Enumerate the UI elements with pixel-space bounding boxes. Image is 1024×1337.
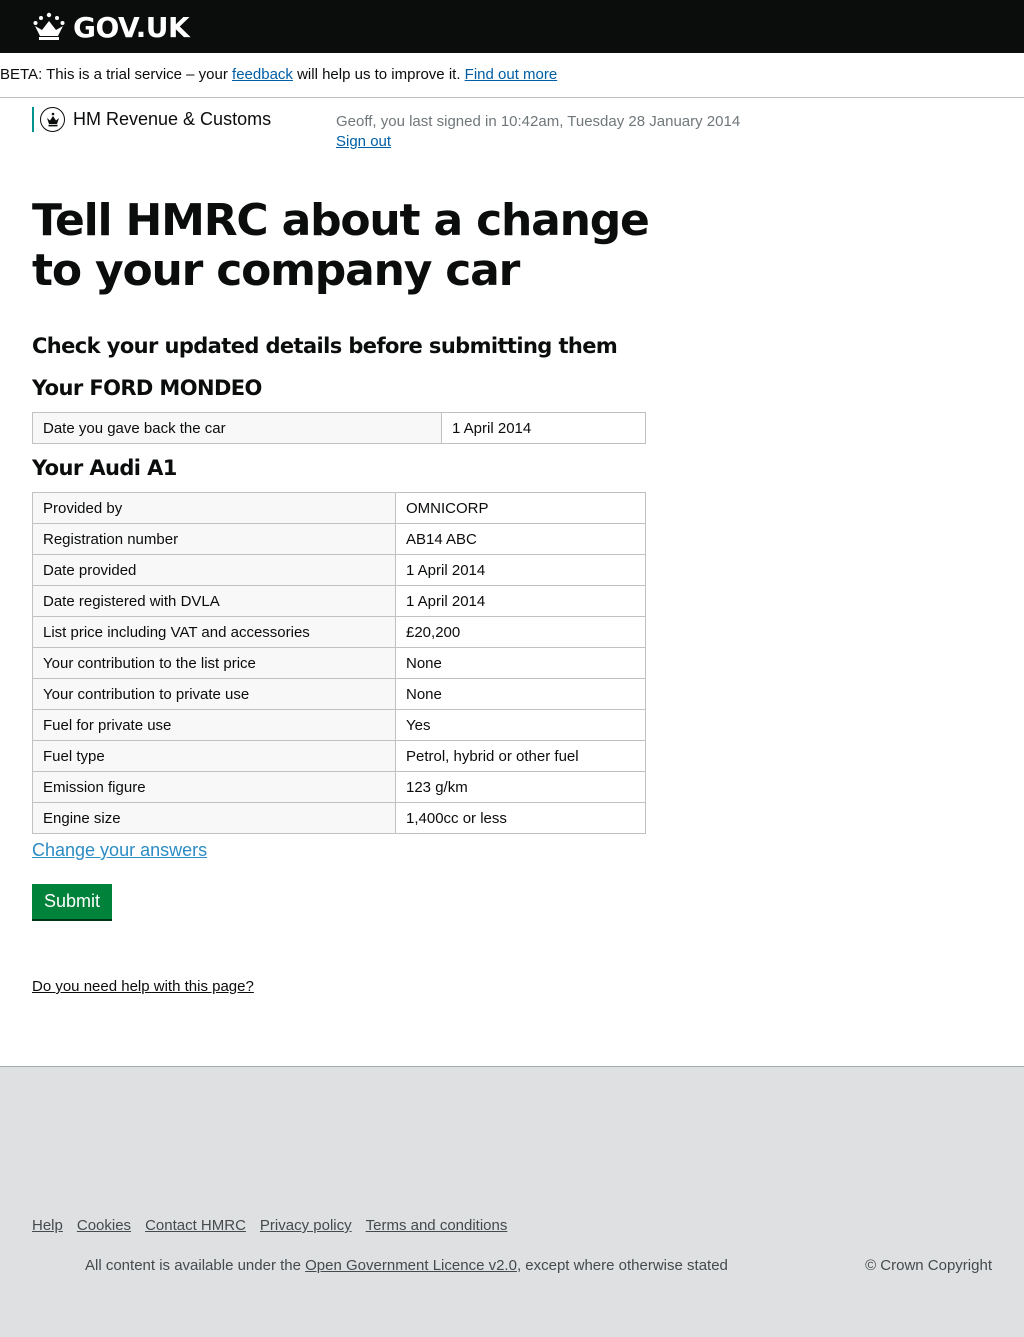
footer-link-help[interactable]: Help — [32, 1217, 63, 1234]
footer-link-privacy-policy[interactable]: Privacy policy — [260, 1217, 352, 1234]
row-value: 1 April 2014 — [395, 585, 646, 617]
govuk-header: GOV.UK — [0, 0, 1024, 53]
row-label: Date provided — [32, 554, 396, 586]
licence-text-after: , except where otherwise stated — [516, 1257, 728, 1274]
footer-link-contact-hmrc[interactable]: Contact HMRC — [145, 1217, 246, 1234]
footer-licence: All content is available under the Open … — [85, 1257, 728, 1274]
old-car-heading: Your FORD MONDEO — [32, 376, 262, 400]
table-row: Your contribution to private use None — [32, 678, 646, 710]
help-with-page-link[interactable]: Do you need help with this page? — [32, 978, 254, 995]
footer-link-cookies[interactable]: Cookies — [77, 1217, 131, 1234]
table-row: Emission figure 123 g/km — [32, 771, 646, 803]
row-label: Date you gave back the car — [32, 412, 442, 444]
check-details-heading: Check your updated details before submit… — [32, 334, 618, 358]
table-row: Fuel type Petrol, hybrid or other fuel — [32, 740, 646, 772]
row-label: Fuel for private use — [32, 709, 396, 741]
footer-links: Help Cookies Contact HMRC Privacy policy Ter… — [32, 1217, 521, 1234]
find-out-more-link[interactable]: Find out more — [465, 66, 558, 83]
row-value: 123 g/km — [395, 771, 646, 803]
table-row: Registration number AB14 ABC — [32, 523, 646, 555]
govuk-logo-text: GOV.UK — [73, 10, 190, 44]
table-row: Your contribution to the list price None — [32, 647, 646, 679]
change-answers-link[interactable]: Change your answers — [32, 840, 207, 861]
crown-icon — [33, 12, 65, 40]
row-value: None — [395, 647, 646, 679]
beta-text-before: BETA: This is a trial service – your — [0, 66, 233, 83]
licence-text-before: All content is available under the — [85, 1257, 306, 1274]
signin-info: Geoff, you last signed in 10:42am, Tuesd… — [336, 112, 740, 152]
row-value: £20,200 — [395, 616, 646, 648]
department-brand: HM Revenue & Customs — [32, 107, 271, 132]
row-value: Yes — [395, 709, 646, 741]
beta-text-after: will help us to improve it. — [292, 66, 465, 83]
new-car-heading: Your Audi A1 — [32, 456, 177, 480]
beta-banner: BETA: This is a trial service – your fee… — [0, 53, 1024, 98]
row-label: Registration number — [32, 523, 396, 555]
table-row: Fuel for private use Yes — [32, 709, 646, 741]
row-label: Emission figure — [32, 771, 396, 803]
govuk-logo-link[interactable]: GOV.UK — [32, 10, 190, 44]
footer-link-terms-and-conditions[interactable]: Terms and conditions — [366, 1217, 508, 1234]
submit-button[interactable]: Submit — [32, 884, 112, 919]
table-row: Engine size 1,400cc or less — [32, 802, 646, 834]
row-value: Petrol, hybrid or other fuel — [395, 740, 646, 772]
row-value: OMNICORP — [395, 492, 646, 524]
last-signed-in-text: Geoff, you last signed in 10:42am, Tuesd… — [336, 113, 741, 130]
row-label: Provided by — [32, 492, 396, 524]
open-government-licence-link[interactable]: Open Government Licence v2.0 — [305, 1257, 517, 1274]
department-name: HM Revenue & Customs — [73, 109, 272, 129]
feedback-link[interactable]: feedback — [232, 66, 293, 83]
row-label: Engine size — [32, 802, 396, 834]
footer: Help Cookies Contact HMRC Privacy policy Ter… — [0, 1066, 1024, 1337]
table-row: Provided by OMNICORP — [32, 492, 646, 524]
row-value: None — [395, 678, 646, 710]
old-car-table: Date you gave back the car 1 April 2014 — [32, 412, 646, 444]
table-row: Date registered with DVLA 1 April 2014 — [32, 585, 646, 617]
page-title: Tell HMRC about a change to your company… — [32, 195, 650, 296]
row-value: AB14 ABC — [395, 523, 646, 555]
row-label: Fuel type — [32, 740, 396, 772]
row-value: 1 April 2014 — [441, 412, 646, 444]
table-row: Date you gave back the car 1 April 2014 — [32, 412, 646, 444]
new-car-table: Provided by OMNICORP Registration number AB… — [32, 492, 646, 834]
crown-copyright: © Crown Copyright — [865, 1257, 992, 1274]
row-label: Your contribution to private use — [32, 678, 396, 710]
table-row: List price including VAT and accessories… — [32, 616, 646, 648]
row-label: List price including VAT and accessories — [32, 616, 396, 648]
row-label: Your contribution to the list price — [32, 647, 396, 679]
royal-crest-icon — [40, 107, 65, 132]
row-value: 1 April 2014 — [395, 554, 646, 586]
table-row: Date provided 1 April 2014 — [32, 554, 646, 586]
sign-out-link[interactable]: Sign out — [336, 132, 391, 152]
row-value: 1,400cc or less — [395, 802, 646, 834]
row-label: Date registered with DVLA — [32, 585, 396, 617]
